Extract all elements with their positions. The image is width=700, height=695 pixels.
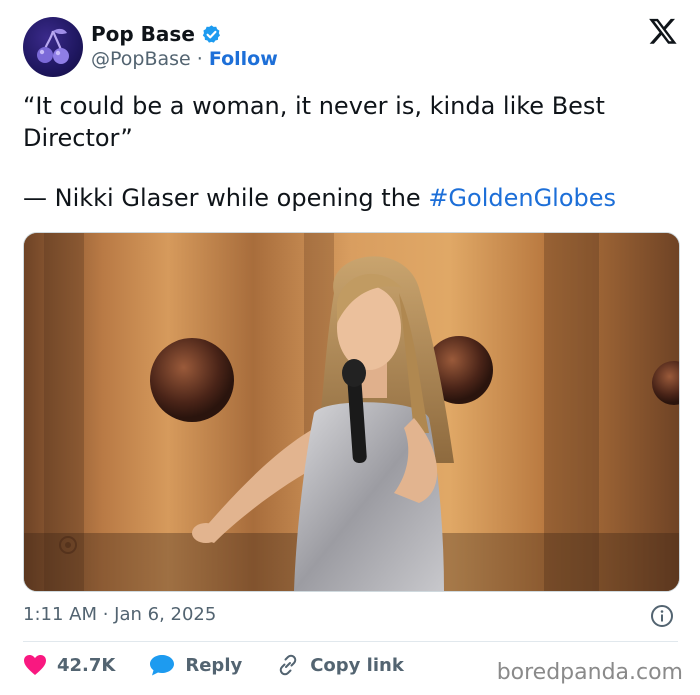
tweet-text: “It could be a woman, it never is, kinda… [23, 90, 673, 214]
reply-label: Reply [185, 654, 243, 676]
verified-badge-icon [201, 24, 222, 45]
author-handle[interactable]: @PopBase [91, 48, 191, 70]
tweet-quote: “It could be a woman, it never is, kinda… [23, 92, 605, 152]
author-name-row: Pop Base [91, 22, 222, 46]
x-logo-icon[interactable] [648, 16, 678, 46]
tweet-photo[interactable] [23, 232, 680, 592]
avatar[interactable] [23, 17, 83, 77]
like-count: 42.7K [57, 654, 116, 676]
boredpanda-watermark: boredpanda.com [496, 660, 683, 685]
copy-link-label: Copy link [310, 654, 404, 676]
action-bar: 42.7K Reply Copy link [23, 653, 438, 677]
copy-link-button[interactable]: Copy link [276, 653, 404, 677]
author-display-name[interactable]: Pop Base [91, 22, 195, 46]
divider [23, 641, 678, 642]
handle-separator: · [196, 48, 209, 70]
heart-icon [24, 655, 46, 675]
hashtag-link[interactable]: #GoldenGlobes [428, 184, 616, 212]
attribution-text: — Nikki Glaser while opening the [23, 184, 429, 212]
reply-button[interactable]: Reply [149, 654, 242, 676]
info-icon[interactable] [650, 604, 674, 628]
cherry-logo-icon [37, 28, 69, 64]
tweet-timestamp[interactable]: 1:11 AM · Jan 6, 2025 [23, 604, 216, 625]
reply-bubble-icon [150, 655, 175, 676]
tweet-attribution: — Nikki Glaser while opening the #Golden… [23, 182, 673, 214]
link-icon [279, 654, 297, 676]
tweet-card: Pop Base @PopBase · Follow “It could be … [0, 0, 700, 695]
author-handle-row: @PopBase · Follow [91, 48, 278, 70]
follow-button[interactable]: Follow [209, 48, 278, 70]
like-button[interactable]: 42.7K [23, 654, 115, 676]
